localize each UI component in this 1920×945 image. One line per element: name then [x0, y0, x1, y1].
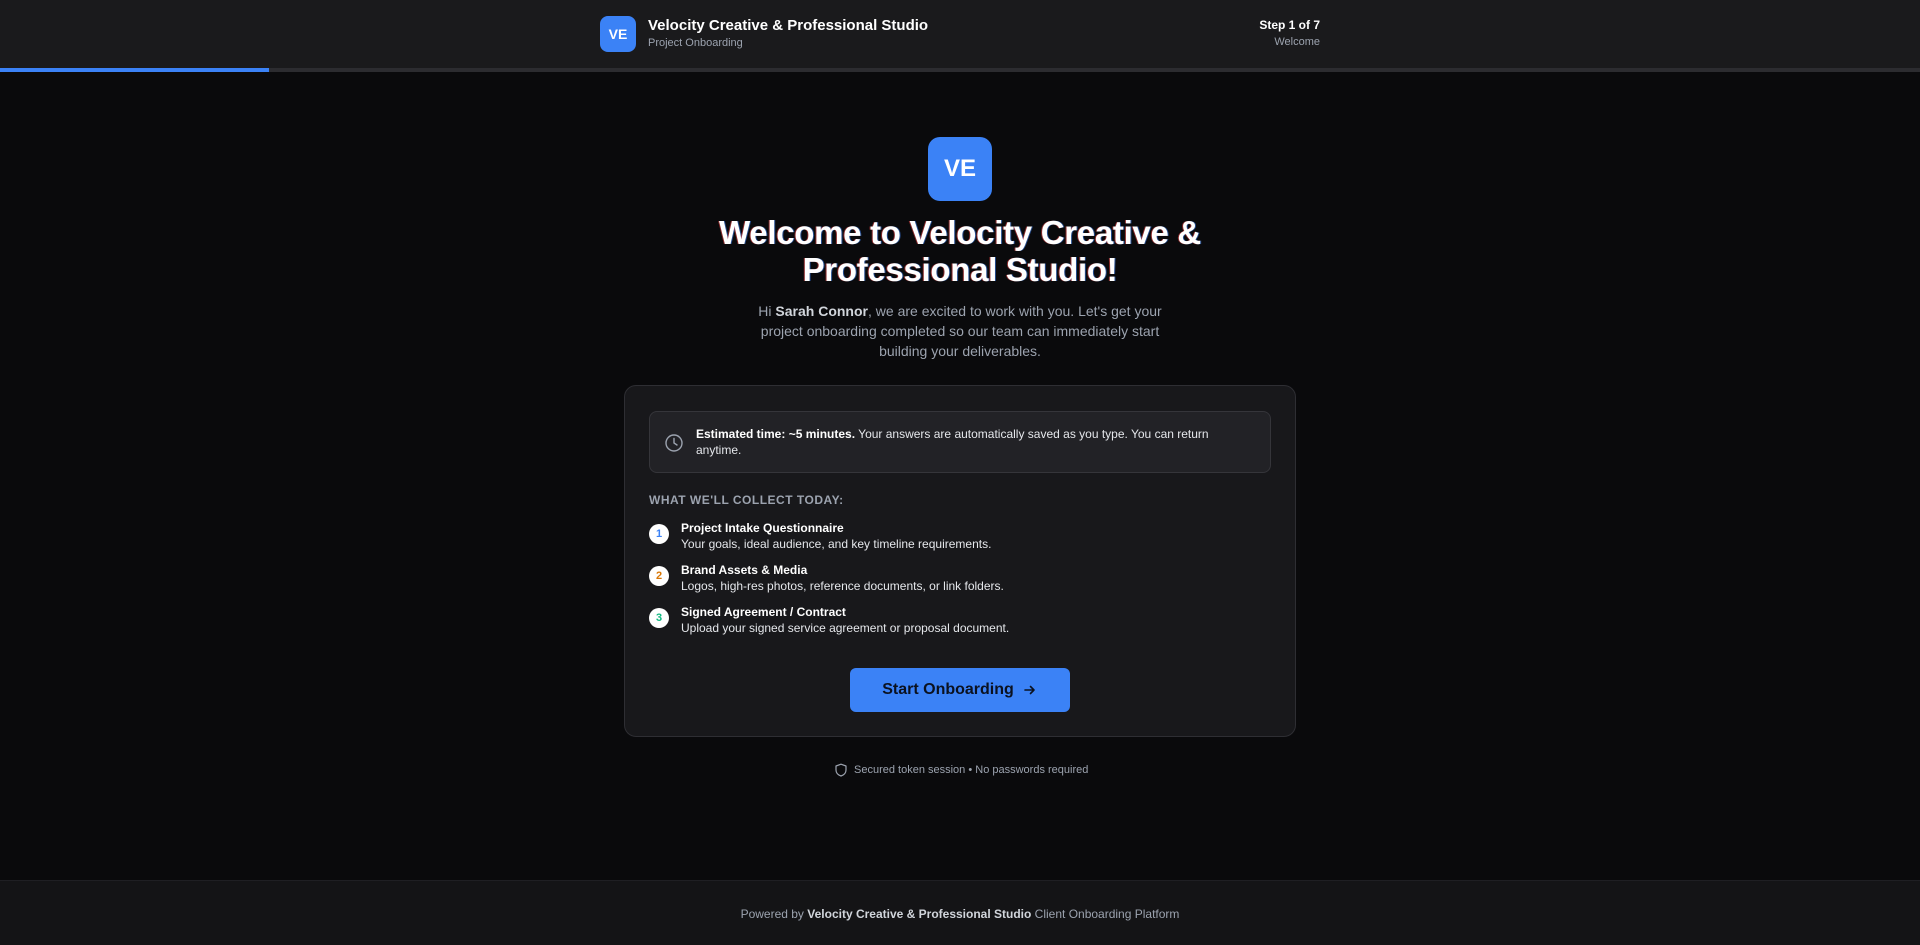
company-logo: VE [600, 16, 636, 52]
list-item: 3 Signed Agreement / Contract Upload you… [649, 605, 1269, 637]
estimated-time: Estimated time: ~5 minutes. [696, 427, 856, 441]
greeting-prefix: Hi [758, 303, 776, 319]
estimated-time-notice: Estimated time: ~5 minutes. Your answers… [649, 411, 1271, 473]
clock-icon [665, 434, 683, 452]
progress-fill [0, 68, 269, 72]
item-description: Your goals, ideal audience, and key time… [681, 537, 992, 551]
step-number-badge: 3 [649, 608, 669, 628]
footer: Powered by Velocity Creative & Professio… [0, 880, 1920, 945]
shield-icon [835, 763, 847, 777]
item-title: Signed Agreement / Contract [681, 605, 846, 619]
info-text: Estimated time: ~5 minutes. Your answers… [696, 426, 1256, 458]
list-item: 2 Brand Assets & Media Logos, high-res p… [649, 563, 1269, 595]
progress-bar [0, 68, 1920, 72]
step-number-badge: 2 [649, 566, 669, 586]
item-title: Project Intake Questionnaire [681, 521, 844, 535]
footer-prefix: Powered by [740, 907, 808, 921]
item-description: Upload your signed service agreement or … [681, 621, 1010, 635]
collection-heading: WHAT WE'LL COLLECT TODAY: [649, 493, 844, 507]
welcome-title: Welcome to Velocity Creative & Professio… [719, 214, 1201, 288]
item-title: Brand Assets & Media [681, 563, 808, 577]
welcome-message: Hi Sarah Connor, we are excited to work … [745, 301, 1175, 361]
header-subtitle: Project Onboarding [648, 37, 743, 49]
client-name: Sarah Connor [775, 303, 868, 319]
onboarding-card: Estimated time: ~5 minutes. Your answers… [624, 385, 1296, 737]
security-text: Secured token session • No passwords req… [854, 764, 1089, 776]
start-button-label: Start Onboarding [882, 681, 1014, 698]
item-description: Logos, high-res photos, reference docume… [681, 579, 1004, 593]
step-indicator: Step 1 of 7 [1259, 18, 1320, 32]
arrow-right-icon [1023, 685, 1035, 695]
step-number-badge: 1 [649, 524, 669, 544]
header-content: VE Velocity Creative & Professional Stud… [600, 16, 1320, 54]
step-name: Welcome [1274, 36, 1320, 48]
top-bar: VE Velocity Creative & Professional Stud… [0, 0, 1920, 68]
footer-company: Velocity Creative & Professional Studio [807, 907, 1032, 921]
footer-suffix: Client Onboarding Platform [1031, 907, 1180, 921]
footer-text: Powered by Velocity Creative & Professio… [0, 907, 1920, 921]
list-item: 1 Project Intake Questionnaire Your goal… [649, 521, 1269, 553]
company-name: Velocity Creative & Professional Studio [648, 17, 929, 34]
start-onboarding-button[interactable]: Start Onboarding [850, 668, 1070, 712]
security-note: Secured token session • No passwords req… [834, 762, 1094, 778]
hero-logo: VE [928, 137, 992, 201]
